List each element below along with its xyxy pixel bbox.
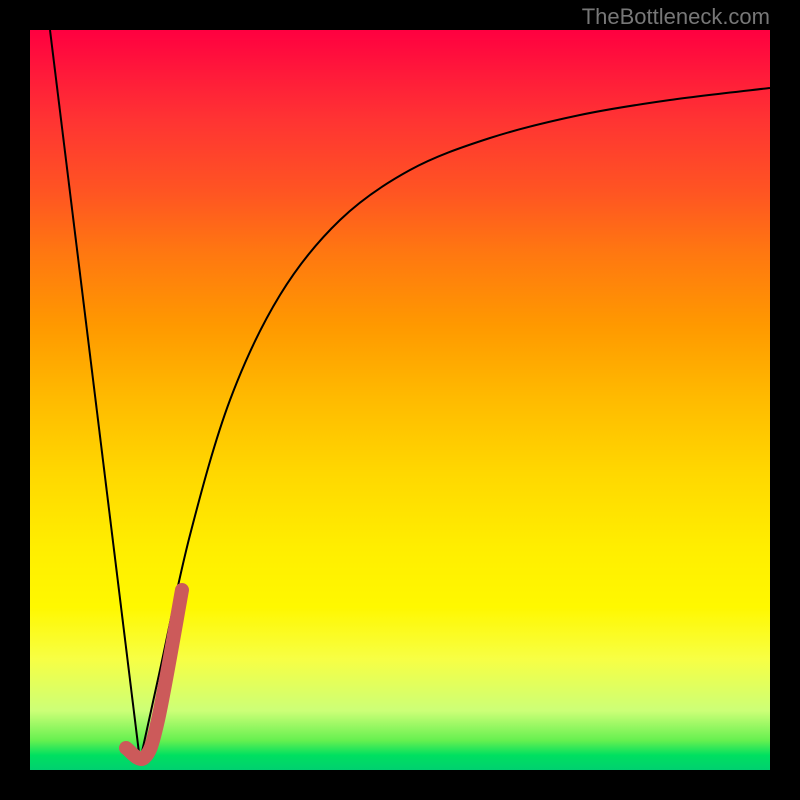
chart-frame: TheBottleneck.com	[0, 0, 800, 800]
marker-j	[126, 590, 182, 759]
left-line	[50, 30, 140, 761]
curves-svg	[30, 30, 770, 770]
right-curve	[140, 88, 770, 761]
watermark-text: TheBottleneck.com	[582, 4, 770, 30]
gradient-plot-area	[30, 30, 770, 770]
